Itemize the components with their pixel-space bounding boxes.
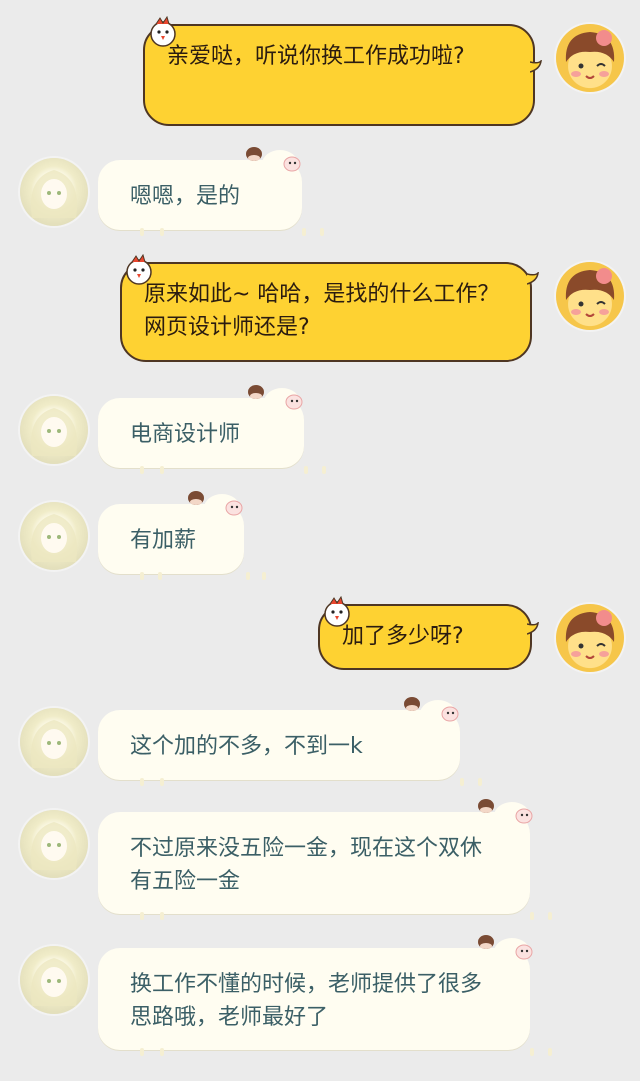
avatar[interactable] xyxy=(20,396,88,464)
bubble-tail-icon xyxy=(530,60,542,73)
sheep-icon xyxy=(248,385,303,416)
avatar[interactable] xyxy=(556,24,624,92)
message-text: 加了多少呀? xyxy=(342,624,464,649)
cartoon-girl-avatar-icon xyxy=(565,268,615,317)
chat-message-list: 亲爱哒，听说你换工作成功啦? 嗯嗯，是的 原来如此~ 哈哈，是找的什么工作？网页… xyxy=(0,0,640,1081)
avatar[interactable] xyxy=(20,946,88,1014)
message-text: 亲爱哒，听说你换工作成功啦? xyxy=(167,44,465,69)
avatar[interactable] xyxy=(20,158,88,226)
sheep-icon xyxy=(478,935,533,966)
message-bubble-sent[interactable]: 亲爱哒，听说你换工作成功啦? xyxy=(143,24,535,126)
avatar[interactable] xyxy=(20,502,88,570)
avatar[interactable] xyxy=(20,810,88,878)
anime-girl-avatar-icon xyxy=(30,170,78,218)
message-text: 换工作不懂的时候，老师提供了很多思路哦，老师最好了 xyxy=(130,972,483,1030)
avatar[interactable] xyxy=(556,262,624,330)
chick-icon xyxy=(126,254,152,285)
cartoon-girl-avatar-icon xyxy=(565,30,615,79)
message-text: 嗯嗯，是的 xyxy=(130,184,241,209)
sheep-icon xyxy=(246,147,301,178)
sheep-icon xyxy=(404,697,459,728)
message-text: 有加薪 xyxy=(130,528,197,553)
anime-girl-avatar-icon xyxy=(30,958,78,1006)
message-text: 这个加的不多，不到一k xyxy=(130,734,363,759)
anime-girl-avatar-icon xyxy=(30,720,78,768)
avatar[interactable] xyxy=(20,708,88,776)
chick-icon xyxy=(150,16,176,47)
anime-girl-avatar-icon xyxy=(30,822,78,870)
sheep-icon xyxy=(188,491,243,522)
message-bubble-received[interactable]: 换工作不懂的时候，老师提供了很多思路哦，老师最好了 xyxy=(98,948,552,1056)
chick-icon xyxy=(324,596,350,627)
anime-girl-avatar-icon xyxy=(30,408,78,456)
bubble-tail-icon xyxy=(527,272,539,285)
message-text: 不过原来没五险一金，现在这个双休有五险一金 xyxy=(130,836,483,894)
cartoon-girl-avatar-icon xyxy=(565,610,615,659)
message-bubble-received[interactable]: 不过原来没五险一金，现在这个双休有五险一金 xyxy=(98,812,552,920)
message-text: 原来如此~ 哈哈，是找的什么工作？网页设计师还是? xyxy=(144,282,500,340)
message-bubble-sent[interactable]: 原来如此~ 哈哈，是找的什么工作？网页设计师还是? xyxy=(120,262,532,362)
message-text: 电商设计师 xyxy=(130,422,241,447)
avatar[interactable] xyxy=(556,604,624,672)
bubble-tail-icon xyxy=(527,622,539,635)
anime-girl-avatar-icon xyxy=(30,514,78,562)
sheep-icon xyxy=(478,799,533,830)
